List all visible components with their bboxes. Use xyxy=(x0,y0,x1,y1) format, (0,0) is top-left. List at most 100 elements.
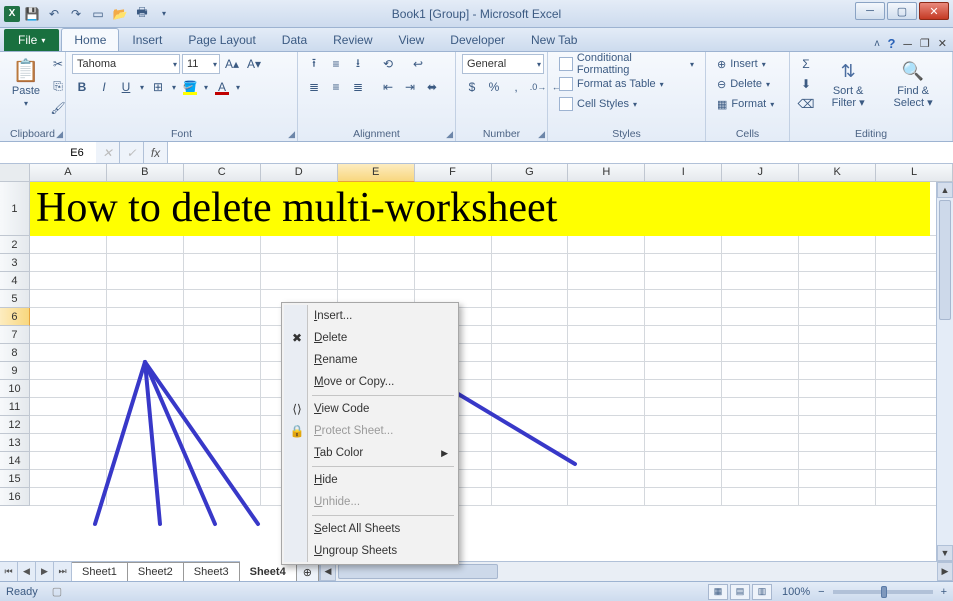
decrease-font-button[interactable]: A▾ xyxy=(244,54,264,74)
row-header[interactable]: 16 xyxy=(0,488,30,506)
cell[interactable] xyxy=(568,434,645,452)
tab-developer[interactable]: Developer xyxy=(437,28,518,51)
cell[interactable] xyxy=(30,470,107,488)
cell[interactable] xyxy=(415,272,492,290)
zoom-out-button[interactable]: − xyxy=(818,586,824,598)
qat-save[interactable]: 💾 xyxy=(22,4,42,24)
tab-nav-next[interactable]: ▶ xyxy=(36,562,54,581)
wrap-text-button[interactable]: ↩ xyxy=(408,54,428,74)
cell[interactable] xyxy=(338,236,415,254)
cell[interactable] xyxy=(30,488,107,506)
qat-new[interactable]: ▭ xyxy=(88,4,108,24)
cell[interactable] xyxy=(645,290,722,308)
find-select-button[interactable]: 🔍 Find & Select ▾ xyxy=(880,54,946,112)
cell[interactable] xyxy=(645,362,722,380)
cell-styles-button[interactable]: Cell Styles▾ xyxy=(554,94,699,114)
align-middle-button[interactable]: ≡ xyxy=(326,54,346,74)
borders-dropdown[interactable]: ▾ xyxy=(170,77,178,97)
col-header[interactable]: L xyxy=(876,164,953,182)
cell[interactable] xyxy=(184,416,261,434)
tab-nav-first[interactable]: ⏮ xyxy=(0,562,18,581)
row-header[interactable]: 2 xyxy=(0,236,30,254)
format-cells-button[interactable]: ▦Format▾ xyxy=(712,94,779,114)
cell[interactable] xyxy=(107,488,184,506)
ctx-select-all-sheets[interactable]: Select All Sheets xyxy=(284,518,456,540)
row-header[interactable]: 1 xyxy=(0,182,30,236)
cell[interactable] xyxy=(645,380,722,398)
hscroll-thumb[interactable] xyxy=(338,564,498,579)
align-center-button[interactable]: ≡ xyxy=(326,77,346,97)
cell[interactable] xyxy=(184,362,261,380)
cell[interactable] xyxy=(415,236,492,254)
col-header[interactable]: G xyxy=(492,164,569,182)
borders-button[interactable]: ⊞ xyxy=(148,77,168,97)
cell[interactable] xyxy=(645,452,722,470)
cell[interactable] xyxy=(799,344,876,362)
decrease-indent-button[interactable]: ⇤ xyxy=(378,77,398,97)
autosum-button[interactable]: Σ xyxy=(796,54,816,74)
cell[interactable] xyxy=(722,308,799,326)
cell[interactable] xyxy=(30,380,107,398)
row-header[interactable]: 3 xyxy=(0,254,30,272)
cell[interactable] xyxy=(30,272,107,290)
underline-button[interactable]: U xyxy=(116,77,136,97)
cell[interactable] xyxy=(799,488,876,506)
cell[interactable] xyxy=(645,308,722,326)
doc-close[interactable]: ✕ xyxy=(938,37,947,50)
cell[interactable] xyxy=(30,452,107,470)
cell[interactable] xyxy=(107,290,184,308)
cell[interactable] xyxy=(799,416,876,434)
cell[interactable] xyxy=(30,398,107,416)
cell[interactable] xyxy=(568,344,645,362)
cell[interactable] xyxy=(799,326,876,344)
row-header[interactable]: 13 xyxy=(0,434,30,452)
cell[interactable] xyxy=(568,380,645,398)
row-header[interactable]: 7 xyxy=(0,326,30,344)
cell[interactable] xyxy=(107,272,184,290)
align-left-button[interactable]: ≣ xyxy=(304,77,324,97)
cell[interactable] xyxy=(30,434,107,452)
cell[interactable] xyxy=(492,398,569,416)
worksheet-grid[interactable]: A B C D E F G H I J K L 1234567891011121… xyxy=(0,164,953,561)
cell[interactable] xyxy=(107,254,184,272)
fill-button[interactable]: ⬇ xyxy=(796,74,816,94)
cell[interactable] xyxy=(645,416,722,434)
comma-format-button[interactable]: , xyxy=(506,77,526,97)
cell[interactable] xyxy=(799,452,876,470)
cell[interactable] xyxy=(492,344,569,362)
cell[interactable] xyxy=(107,380,184,398)
cell[interactable] xyxy=(645,326,722,344)
ctx-move-or-copy-[interactable]: Move or Copy... xyxy=(284,371,456,393)
cell[interactable] xyxy=(568,488,645,506)
cell[interactable] xyxy=(722,488,799,506)
delete-cells-button[interactable]: ⊖Delete▾ xyxy=(712,74,779,94)
cell[interactable] xyxy=(261,254,338,272)
col-header[interactable]: A xyxy=(30,164,107,182)
row-header[interactable]: 14 xyxy=(0,452,30,470)
cell[interactable] xyxy=(799,362,876,380)
cell[interactable] xyxy=(492,470,569,488)
sheet-tab[interactable]: Sheet2 xyxy=(128,562,184,581)
qat-more[interactable]: ▾ xyxy=(154,4,174,24)
cell[interactable] xyxy=(799,434,876,452)
cell[interactable] xyxy=(568,290,645,308)
close-button[interactable]: ✕ xyxy=(919,2,949,20)
qat-undo[interactable]: ↶ xyxy=(44,4,64,24)
row-header[interactable]: 6 xyxy=(0,308,30,326)
row-header[interactable]: 15 xyxy=(0,470,30,488)
tab-review[interactable]: Review xyxy=(320,28,385,51)
zoom-level[interactable]: 100% xyxy=(782,586,810,598)
cell[interactable] xyxy=(722,362,799,380)
cell[interactable] xyxy=(184,452,261,470)
cell[interactable] xyxy=(492,254,569,272)
font-name-combo[interactable]: Tahoma▾ xyxy=(72,54,180,74)
page-break-view-button[interactable]: ▥ xyxy=(752,584,772,600)
cell[interactable] xyxy=(107,326,184,344)
cell[interactable] xyxy=(568,236,645,254)
insert-function-button[interactable]: fx xyxy=(144,142,168,163)
tab-home[interactable]: Home xyxy=(61,28,119,51)
sheet-tab[interactable]: Sheet3 xyxy=(184,562,240,581)
cell[interactable] xyxy=(30,290,107,308)
cell[interactable] xyxy=(645,470,722,488)
cell[interactable] xyxy=(184,470,261,488)
